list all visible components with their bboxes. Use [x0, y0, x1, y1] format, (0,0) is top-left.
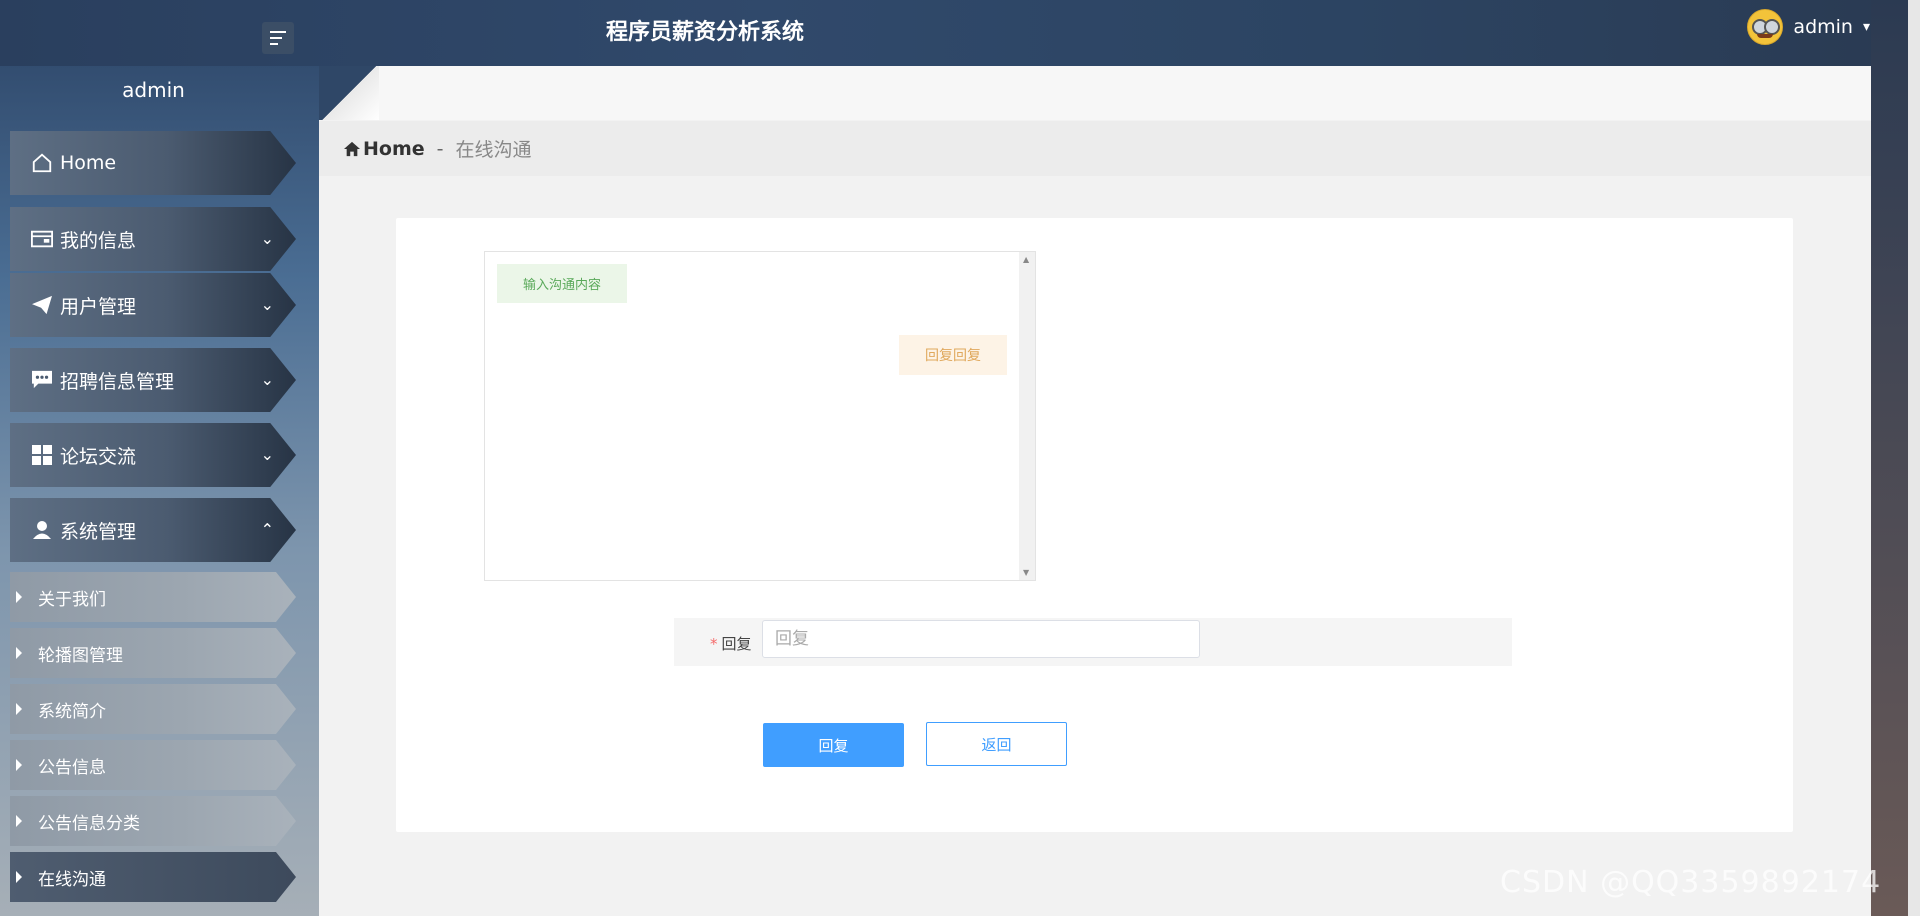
app-title: 程序员薪资分析系统 — [606, 20, 805, 45]
sidebar-subitem-notice[interactable]: 公告信息 — [10, 740, 296, 790]
user-icon — [30, 518, 54, 542]
reply-input[interactable] — [762, 620, 1200, 658]
sidebar-item-label: 论坛交流 — [60, 445, 137, 468]
header-username[interactable]: admin — [1793, 16, 1853, 38]
home-icon — [344, 141, 360, 156]
sidebar-subitem-label: 系统简介 — [38, 701, 106, 722]
scroll-up-arrow-icon[interactable]: ▲ — [1023, 255, 1029, 264]
sidebar-subitem-system-intro[interactable]: 系统简介 — [10, 684, 296, 734]
breadcrumb-separator: - — [436, 137, 444, 160]
menu-line — [270, 43, 278, 45]
chat-message-right: 回复回复 — [899, 335, 1007, 375]
id-card-icon — [30, 227, 54, 251]
chevron-down-icon: ⌄ — [260, 295, 274, 314]
sidebar-subitem-label: 公告信息 — [38, 757, 106, 778]
breadcrumb: Home - 在线沟通 — [319, 121, 1871, 176]
back-button[interactable]: 返回 — [926, 722, 1067, 766]
sidebar-subitem-carousel[interactable]: 轮播图管理 — [10, 628, 296, 678]
sidebar-item-forum[interactable]: 论坛交流 ⌄ — [10, 423, 296, 487]
page-scrollbar[interactable] — [1908, 0, 1920, 916]
sidebar-subitem-about-us[interactable]: 关于我们 — [10, 572, 296, 622]
reply-label: * 回复 — [710, 633, 752, 654]
sidebar-subitem-label: 轮播图管理 — [38, 645, 123, 666]
chevron-down-icon: ⌄ — [260, 229, 274, 248]
sidebar-item-home[interactable]: Home — [10, 131, 296, 195]
sidebar-item-label: 招聘信息管理 — [60, 370, 175, 393]
comment-icon — [30, 368, 54, 392]
chat-scrollbar[interactable]: ▲ ▼ — [1019, 252, 1035, 580]
breadcrumb-home-link[interactable]: Home — [363, 138, 425, 160]
top-bar: 程序员薪资分析系统 admin ▾ — [0, 0, 1920, 66]
page-corner-fold — [319, 66, 379, 120]
sidebar-username: admin — [122, 78, 185, 102]
chat-message-list[interactable]: 输入沟通内容 回复回复 ▲ ▼ — [484, 251, 1036, 581]
sidebar-item-recruitment[interactable]: 招聘信息管理 ⌄ — [10, 348, 296, 412]
user-menu[interactable]: admin ▾ — [1747, 9, 1870, 45]
main-header-strip — [379, 66, 1871, 120]
avatar[interactable] — [1747, 9, 1784, 45]
sidebar-item-label: 我的信息 — [60, 229, 137, 252]
sidebar-item-label: 系统管理 — [60, 520, 137, 543]
sidebar-subitem-online-chat[interactable]: 在线沟通 — [10, 852, 296, 902]
reply-button[interactable]: 回复 — [763, 723, 904, 767]
sidebar-item-label: 用户管理 — [60, 295, 137, 318]
sidebar-item-my-info[interactable]: 我的信息 ⌄ — [10, 207, 296, 271]
sidebar-subitem-label: 在线沟通 — [38, 869, 106, 890]
reply-label-text: 回复 — [721, 635, 752, 653]
watermark: CSDN @QQ3359892174 — [1500, 865, 1882, 900]
sidebar-toggle-button[interactable] — [262, 22, 294, 54]
sidebar-item-label: Home — [60, 152, 117, 174]
menu-line — [270, 37, 282, 39]
main-panel: Home - 在线沟通 输入沟通内容 回复回复 ▲ ▼ *回复 回复 返回 — [319, 66, 1871, 916]
grid-icon — [30, 443, 54, 467]
avatar-eye — [1764, 19, 1781, 35]
avatar-mouth — [1757, 34, 1774, 38]
chat-message-left: 输入沟通内容 — [497, 264, 628, 303]
sidebar: admin Home 我的信息 ⌄ 用户管理 ⌄ 招聘信息管理 ⌄ 论坛交流 ⌄ — [0, 66, 319, 916]
sidebar-subitem-label: 关于我们 — [38, 589, 106, 610]
chevron-up-icon: ⌃ — [260, 520, 274, 539]
required-mark: * — [710, 635, 718, 653]
menu-line — [270, 31, 286, 33]
reply-form-row: * 回复 — [674, 618, 1512, 666]
sidebar-item-system-management[interactable]: 系统管理 ⌃ — [10, 498, 296, 562]
home-icon — [30, 151, 54, 175]
sidebar-subitem-notice-category[interactable]: 公告信息分类 — [10, 796, 296, 846]
sidebar-subitem-label: 公告信息分类 — [38, 813, 140, 834]
paper-plane-icon — [30, 293, 54, 317]
chevron-down-icon: ⌄ — [260, 370, 274, 389]
caret-down-icon[interactable]: ▾ — [1863, 19, 1870, 35]
sidebar-item-user-management[interactable]: 用户管理 ⌄ — [10, 273, 296, 337]
scroll-down-arrow-icon[interactable]: ▼ — [1023, 568, 1029, 577]
breadcrumb-current: 在线沟通 — [455, 139, 532, 161]
chevron-down-icon: ⌄ — [260, 445, 274, 464]
chat-card: 输入沟通内容 回复回复 ▲ ▼ *回复 回复 返回 — [396, 218, 1793, 832]
